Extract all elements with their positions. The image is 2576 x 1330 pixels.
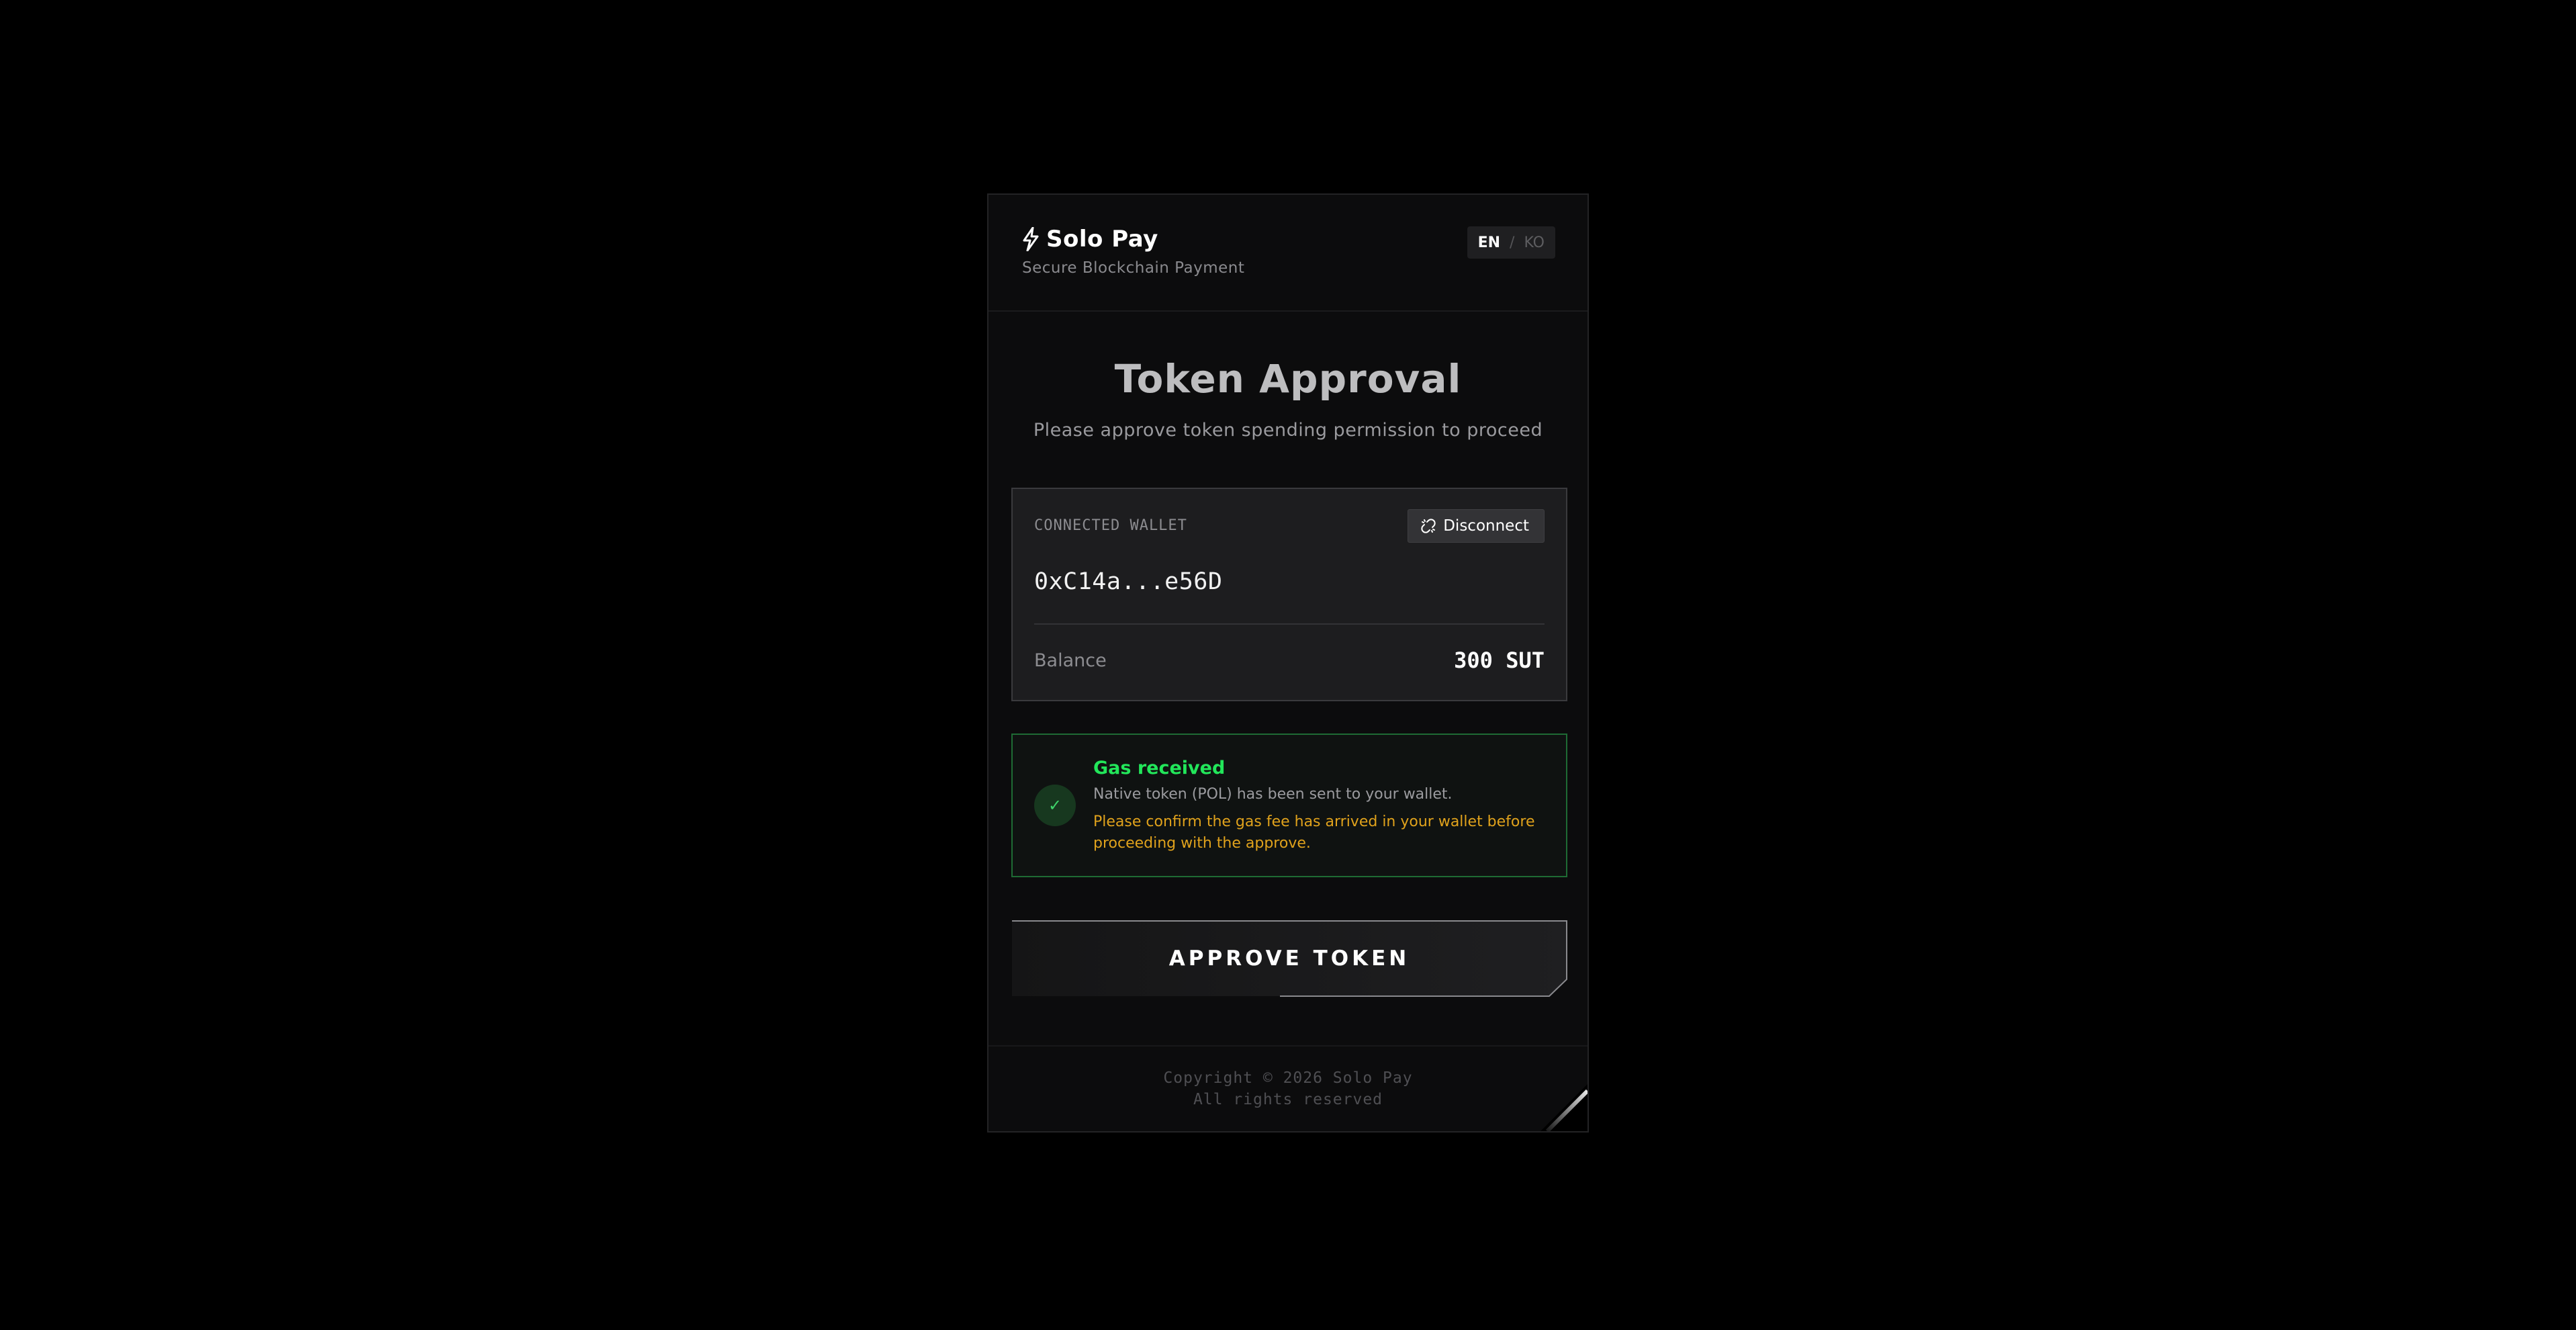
page-subtitle: Please approve token spending permission… <box>1033 420 1543 441</box>
unlink-icon <box>1420 518 1436 534</box>
brand: Solo Pay <box>1022 226 1158 253</box>
lang-en-option[interactable]: EN <box>1478 234 1500 251</box>
lang-ko-option[interactable]: KO <box>1524 234 1545 251</box>
bolt-icon <box>1022 227 1040 251</box>
corner-accent <box>1540 1084 1588 1131</box>
payment-card: Solo Pay Secure Blockchain Payment EN / … <box>987 193 1589 1133</box>
wallet-address: 0xC14a...e56D <box>1034 568 1223 595</box>
wallet-divider <box>1034 623 1545 625</box>
wallet-panel: CONNECTED WALLET Disconnect 0xC14a...e56… <box>1011 488 1567 701</box>
approve-token-button[interactable]: APPROVE TOKEN <box>1011 920 1567 997</box>
balance-value: 300 SUT <box>1454 648 1545 673</box>
card-header: Solo Pay Secure Blockchain Payment EN / … <box>988 195 1588 312</box>
check-icon: ✓ <box>1034 785 1076 826</box>
card-footer: Copyright © 2026 Solo Pay All rights res… <box>988 1045 1588 1131</box>
balance-label: Balance <box>1034 650 1107 671</box>
notice-warning: Please confirm the gas fee has arrived i… <box>1093 813 1535 852</box>
gas-notice: ✓ Gas received Native token (POL) has be… <box>1011 734 1567 877</box>
page-title: Token Approval <box>1114 356 1462 402</box>
disconnect-button[interactable]: Disconnect <box>1408 509 1545 543</box>
disconnect-label: Disconnect <box>1443 517 1529 535</box>
brand-name: Solo Pay <box>1046 226 1158 253</box>
rights-text: All rights reserved <box>1193 1091 1383 1108</box>
notice-title: Gas received <box>1093 758 1226 779</box>
notice-body: Native token (POL) has been sent to your… <box>1093 786 1453 803</box>
approve-label: APPROVE TOKEN <box>1168 946 1410 971</box>
language-switcher: EN / KO <box>1467 226 1555 259</box>
page-background: Solo Pay Secure Blockchain Payment EN / … <box>0 0 2576 1330</box>
tagline: Secure Blockchain Payment <box>1022 259 1245 277</box>
wallet-label: CONNECTED WALLET <box>1034 517 1187 534</box>
copyright-text: Copyright © 2026 Solo Pay <box>1163 1069 1413 1087</box>
lang-separator: / <box>1510 234 1515 251</box>
